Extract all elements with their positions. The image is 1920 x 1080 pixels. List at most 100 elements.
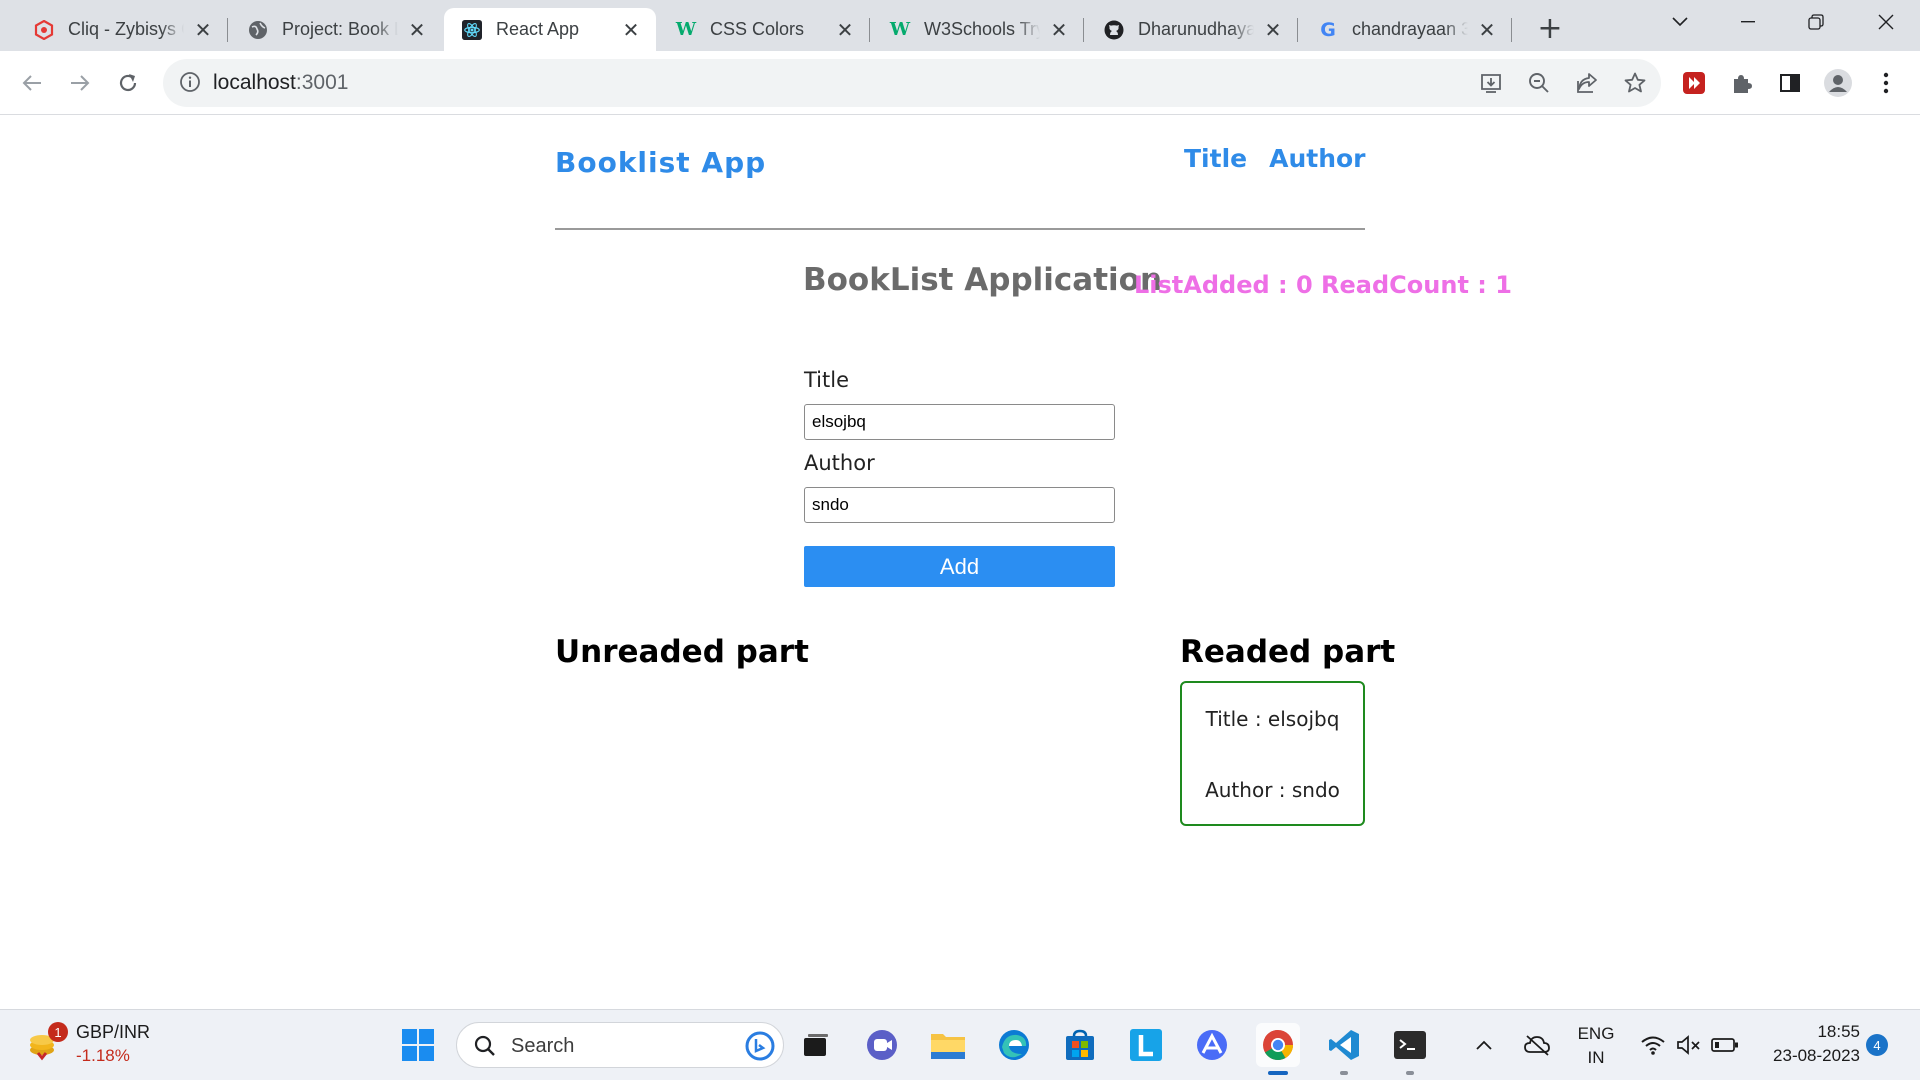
language-line2[interactable]: IN	[1574, 1048, 1618, 1068]
back-button[interactable]	[14, 65, 50, 101]
book-title: Title : elsojbq	[1205, 707, 1340, 731]
tab-separator	[1083, 18, 1084, 42]
widget-change: -1.18%	[76, 1046, 130, 1065]
close-icon[interactable]: ✕	[1262, 18, 1284, 42]
author-label: Author	[804, 451, 875, 475]
start-button[interactable]	[396, 1023, 440, 1067]
terminal-icon[interactable]	[1388, 1023, 1432, 1075]
share-icon[interactable]	[1573, 69, 1601, 97]
onedrive-offline-icon[interactable]	[1518, 1023, 1556, 1067]
tab-title: Dharunudhaya	[1138, 19, 1254, 39]
tab-separator	[1511, 18, 1512, 42]
install-app-icon[interactable]	[1477, 69, 1505, 97]
widget-name: GBP/INR	[76, 1022, 151, 1042]
close-icon[interactable]: ✕	[406, 18, 428, 42]
arc-app-icon[interactable]	[1190, 1023, 1234, 1067]
chrome-icon[interactable]	[1256, 1023, 1300, 1075]
book-author: Author : sndo	[1205, 778, 1340, 802]
extensions-puzzle-icon[interactable]	[1724, 65, 1760, 101]
tab-github[interactable]: Dharunudhaya ✕	[1086, 8, 1298, 51]
microsoft-store-icon[interactable]	[1058, 1023, 1102, 1067]
edge-browser-icon[interactable]	[992, 1023, 1036, 1067]
brand-title[interactable]: Booklist App	[555, 146, 766, 179]
top-nav: Title Author	[1184, 144, 1366, 173]
header-divider	[555, 228, 1365, 230]
tab-search-chevron-icon[interactable]	[1650, 0, 1710, 44]
bookmark-star-icon[interactable]	[1621, 69, 1649, 97]
nav-link-author[interactable]: Author	[1269, 144, 1365, 173]
running-indicator	[1340, 1071, 1348, 1075]
search-placeholder: Search	[511, 1035, 575, 1057]
title-input[interactable]	[804, 404, 1115, 440]
nav-link-title[interactable]: Title	[1184, 144, 1247, 173]
tab-strip: Cliq - Zybisys C ✕ Project: Book L ✕ Rea…	[0, 0, 1920, 51]
extension-record-icon[interactable]	[1676, 65, 1712, 101]
tab-css-colors[interactable]: W CSS Colors ✕	[658, 8, 870, 51]
battery-icon[interactable]	[1708, 1023, 1742, 1067]
close-icon[interactable]: ✕	[620, 18, 642, 42]
menu-kebab-icon[interactable]	[1868, 65, 1904, 101]
profile-avatar-icon[interactable]	[1820, 65, 1856, 101]
tab-separator	[1297, 18, 1298, 42]
running-indicator	[1406, 1071, 1414, 1075]
bing-icon[interactable]	[745, 1031, 775, 1065]
restore-button[interactable]	[1786, 0, 1846, 44]
taskbar-search[interactable]: Search	[456, 1022, 784, 1068]
forward-button[interactable]	[62, 65, 98, 101]
zoom-out-icon[interactable]	[1525, 69, 1553, 97]
tab-google-search[interactable]: G chandrayaan 3 ✕	[1300, 8, 1512, 51]
minimize-button[interactable]	[1718, 0, 1778, 44]
tab-separator	[869, 18, 870, 42]
tab-title: React App	[496, 19, 580, 39]
tab-project[interactable]: Project: Book L ✕	[230, 8, 442, 51]
read-heading: Readed part	[1180, 634, 1396, 670]
tab-title: Cliq - Zybisys C	[68, 19, 184, 39]
tab-title: W3Schools Try	[924, 19, 1040, 39]
add-button[interactable]: Add	[804, 546, 1115, 587]
teams-chat-icon[interactable]	[860, 1023, 904, 1067]
active-indicator	[1268, 1071, 1288, 1075]
reload-button[interactable]	[110, 65, 146, 101]
widget-badge: 1	[48, 1022, 68, 1042]
side-panel-icon[interactable]	[1772, 65, 1808, 101]
github-icon	[1104, 20, 1124, 40]
new-tab-button[interactable]: +	[1532, 10, 1568, 46]
tray-chevron-up-icon[interactable]	[1468, 1023, 1500, 1067]
file-explorer-icon[interactable]	[926, 1023, 970, 1067]
currency-widget-icon[interactable]: 1	[24, 1022, 68, 1066]
tab-react-app[interactable]: React App ✕	[444, 8, 656, 51]
volume-muted-icon[interactable]	[1672, 1023, 1706, 1067]
windows-taskbar: 1 GBP/INR -1.18% Search ENG IN 18:55 23-…	[0, 1009, 1920, 1080]
close-icon[interactable]: ✕	[1476, 18, 1498, 42]
language-line1[interactable]: ENG	[1574, 1024, 1618, 1044]
site-info-icon[interactable]	[179, 71, 203, 95]
app-heading: BookList Application	[803, 262, 1163, 298]
search-icon	[473, 1034, 497, 1062]
google-icon: G	[1320, 18, 1336, 41]
vscode-icon[interactable]	[1322, 1023, 1366, 1075]
url-port: :3001	[295, 71, 349, 94]
globe-icon	[248, 20, 268, 40]
author-input[interactable]	[804, 487, 1115, 523]
close-icon[interactable]: ✕	[834, 18, 856, 42]
title-label: Title	[804, 368, 850, 392]
wifi-icon[interactable]	[1636, 1023, 1670, 1067]
tab-title: Project: Book L	[282, 19, 398, 39]
notification-badge[interactable]: 4	[1866, 1034, 1888, 1056]
close-window-button[interactable]	[1856, 0, 1916, 44]
cliq-icon	[34, 19, 54, 40]
task-view-icon[interactable]	[794, 1023, 838, 1067]
close-icon[interactable]: ✕	[192, 18, 214, 42]
url-text: localhost:3001	[213, 71, 348, 95]
w3schools-icon: W	[675, 19, 697, 40]
react-icon	[462, 19, 482, 40]
clock-date[interactable]: 23-08-2023	[1754, 1046, 1860, 1066]
l-app-icon[interactable]	[1124, 1023, 1168, 1067]
tab-cliq[interactable]: Cliq - Zybisys C ✕	[16, 8, 228, 51]
read-book-card[interactable]: Title : elsojbq Author : sndo	[1180, 681, 1365, 826]
address-bar[interactable]: localhost:3001	[163, 59, 1661, 107]
clock-time[interactable]: 18:55	[1754, 1022, 1860, 1042]
tab-w3schools-try[interactable]: W W3Schools Try ✕	[872, 8, 1084, 51]
tab-separator	[227, 18, 228, 42]
close-icon[interactable]: ✕	[1048, 18, 1070, 42]
